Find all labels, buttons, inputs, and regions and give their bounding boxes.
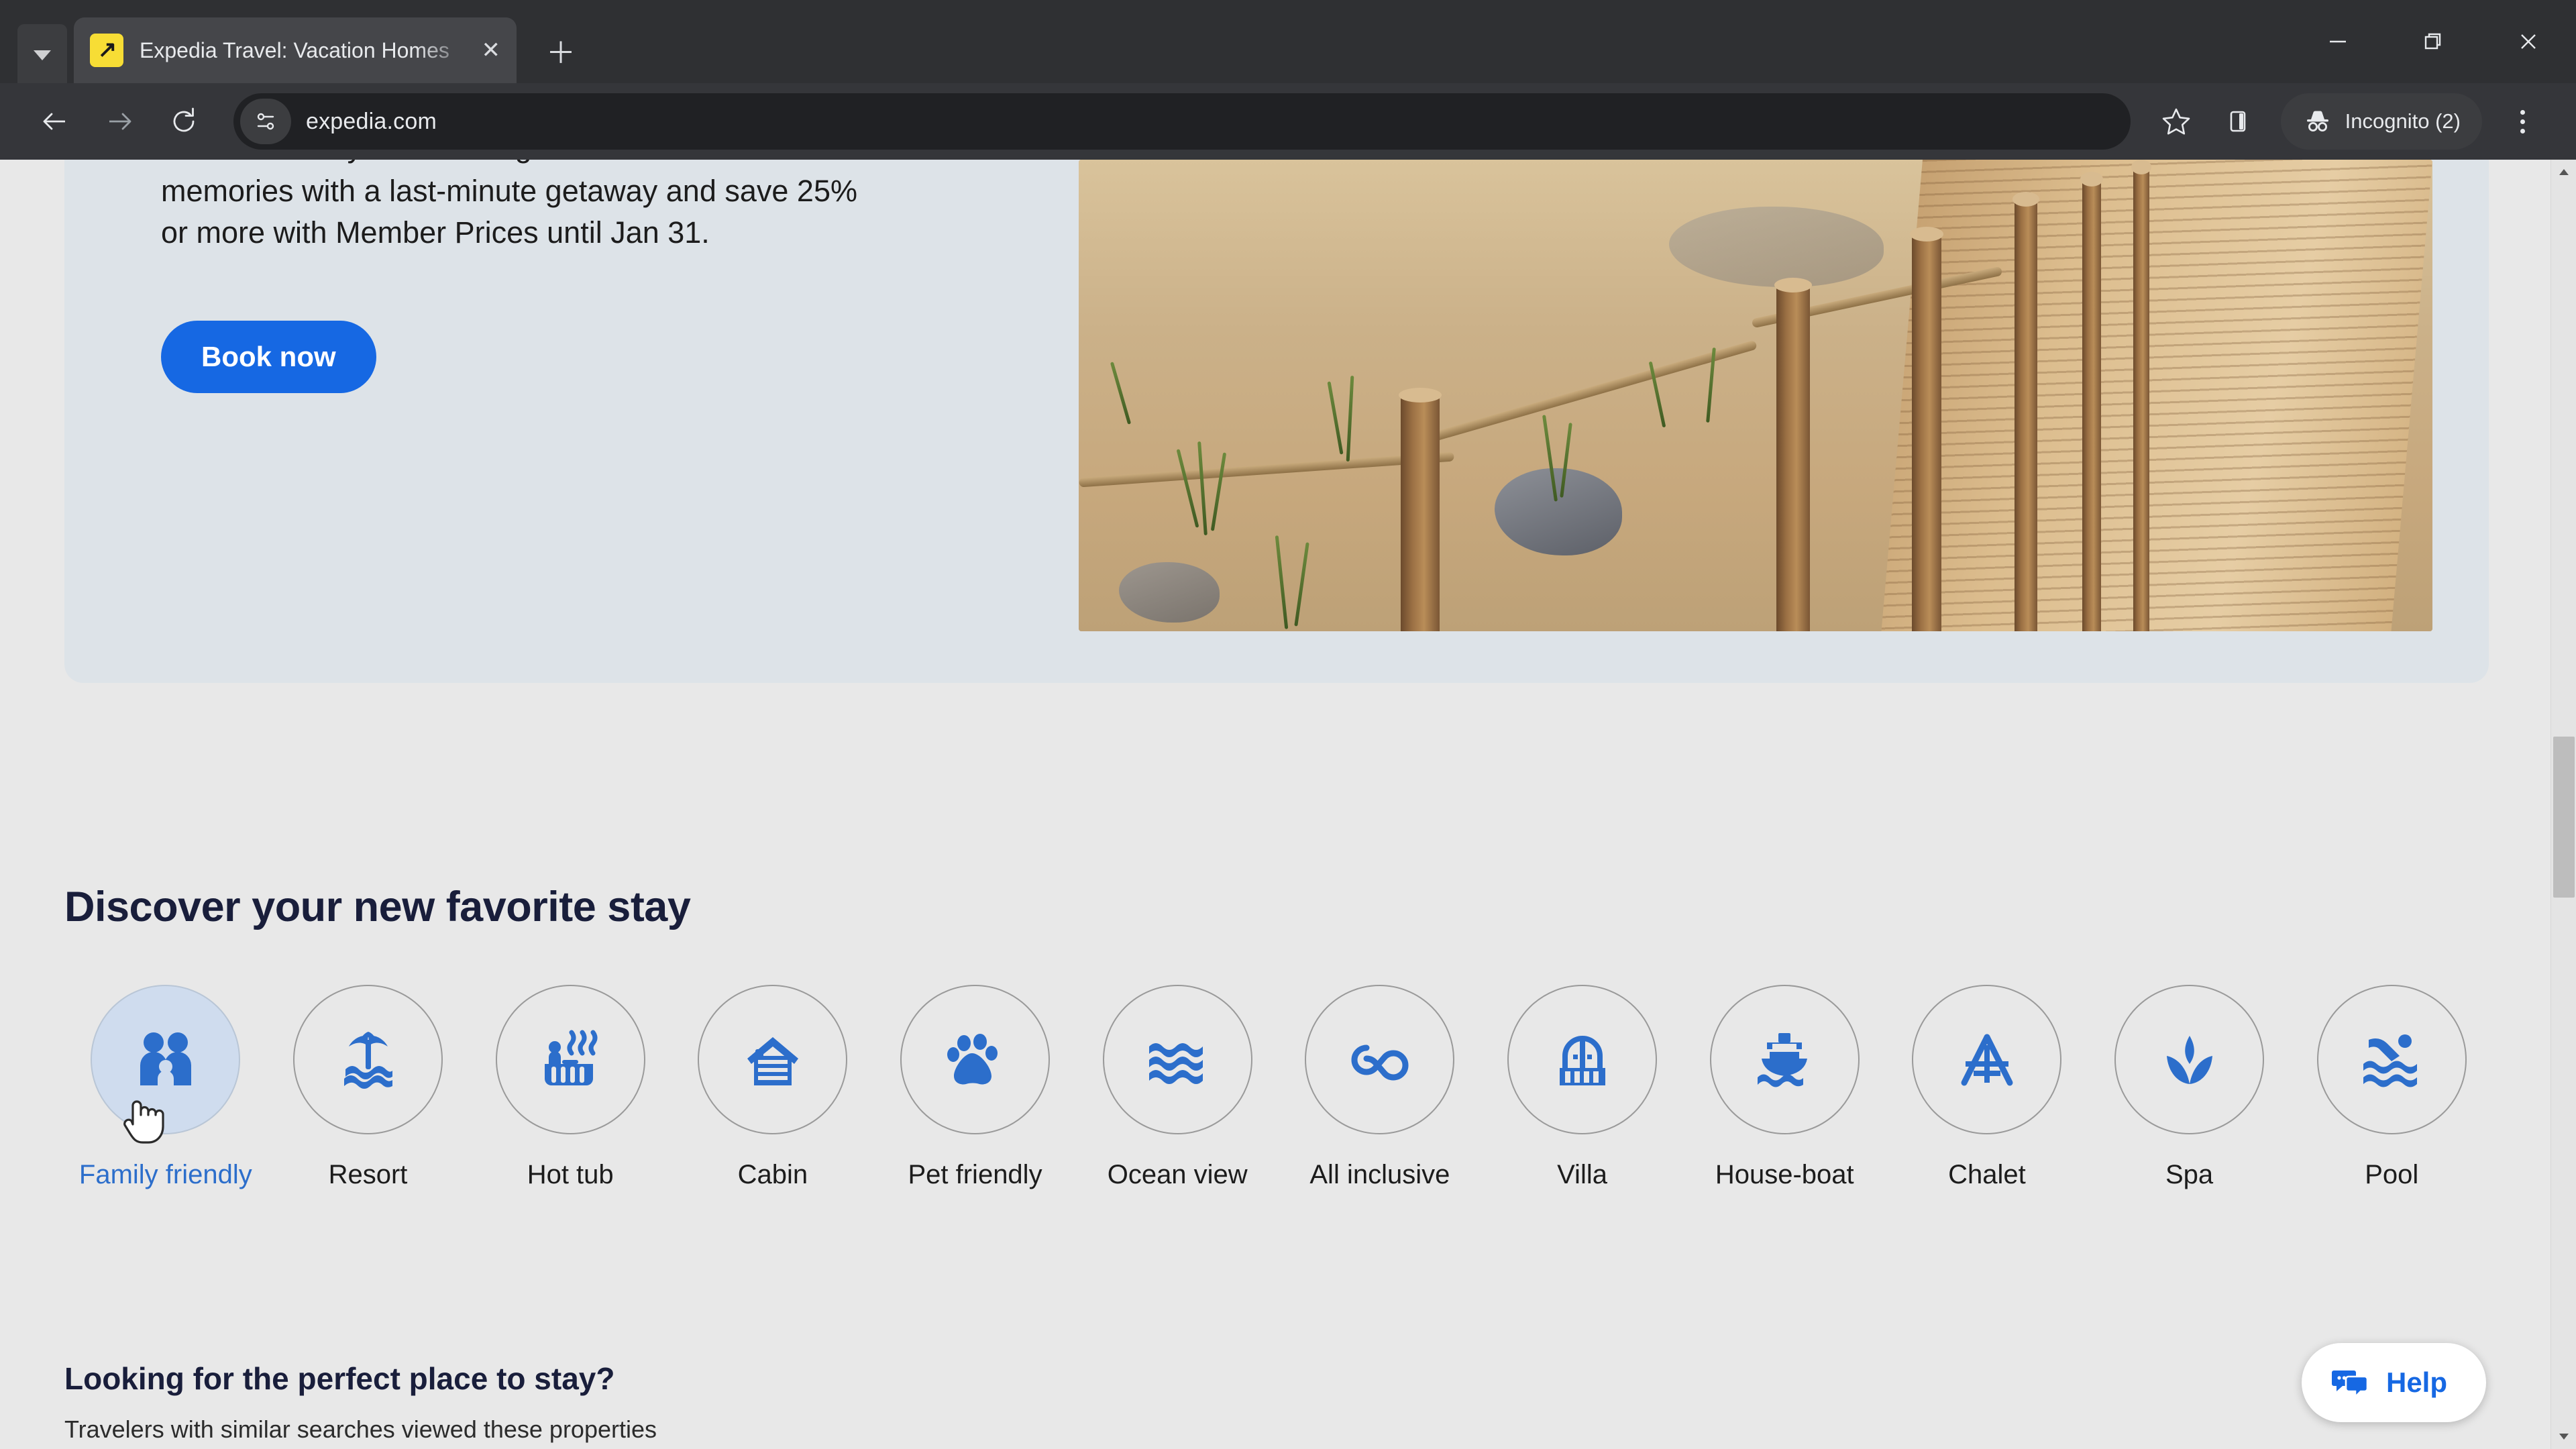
- tab-title: Expedia Travel: Vacation Homes: [140, 38, 449, 62]
- promo-line-2: memories with a last-minute getaway and …: [161, 174, 857, 208]
- lotus-icon: [2114, 985, 2265, 1134]
- category-cabin[interactable]: Cabin: [672, 985, 874, 1195]
- category-label: Cabin: [737, 1160, 808, 1189]
- url-text: expedia.com: [306, 108, 437, 134]
- restore-window-button[interactable]: [2385, 0, 2481, 83]
- side-panel-icon[interactable]: [2207, 91, 2269, 152]
- cabin-icon: [698, 985, 848, 1134]
- family-icon: [91, 985, 241, 1134]
- book-now-button[interactable]: Book now: [161, 321, 376, 393]
- incognito-label: Incognito (2): [2345, 109, 2461, 133]
- properties-subheading: Travelers with similar searches viewed t…: [64, 1415, 657, 1443]
- category-houseboat[interactable]: House-boat: [1683, 985, 1886, 1195]
- chalet-icon: [1912, 985, 2062, 1134]
- beach-boardwalk-photo: [1079, 160, 2432, 631]
- promo-line-1: Start the new year on a bright note. Mak…: [161, 160, 1053, 168]
- scroll-up-arrow-icon[interactable]: [2551, 160, 2576, 185]
- paw-icon: [900, 985, 1051, 1134]
- category-hot-tub[interactable]: Hot tub: [469, 985, 672, 1195]
- category-resort[interactable]: Resort: [267, 985, 470, 1195]
- minimize-button[interactable]: [2290, 0, 2385, 83]
- scroll-down-arrow-icon[interactable]: [2551, 1424, 2576, 1449]
- page-scrollbar[interactable]: [2551, 160, 2576, 1449]
- waves-icon: [1102, 985, 1252, 1134]
- category-label: All inclusive: [1309, 1160, 1450, 1189]
- forward-button[interactable]: [87, 89, 152, 154]
- category-label: Spa: [2165, 1160, 2214, 1189]
- promo-line-3: or more with Member Prices until Jan 31.: [161, 215, 710, 250]
- category-label: Pool: [2365, 1160, 2419, 1189]
- villa-icon: [1507, 985, 1658, 1134]
- help-label: Help: [2385, 1366, 2447, 1398]
- category-all-inclusive[interactable]: All inclusive: [1279, 985, 1481, 1195]
- promo-banner: Start the new year on a bright note. Mak…: [64, 160, 2489, 683]
- category-label: Chalet: [1948, 1160, 2026, 1189]
- help-button[interactable]: Help: [2301, 1343, 2486, 1422]
- palm-tree-icon: [293, 985, 443, 1134]
- category-label: Villa: [1557, 1160, 1607, 1189]
- category-label: Family friendly: [78, 1160, 252, 1189]
- category-label: Hot tub: [527, 1160, 614, 1189]
- chevron-down-icon: [34, 50, 51, 60]
- window-controls: [2290, 0, 2576, 83]
- bookmark-star-icon[interactable]: [2145, 91, 2207, 152]
- category-label: Ocean view: [1107, 1160, 1248, 1189]
- browser-toolbar: expedia.com Incognito (2): [0, 83, 2576, 160]
- incognito-hat-icon: [2306, 111, 2328, 131]
- promo-hero-image: [1079, 160, 2432, 631]
- properties-heading: Looking for the perfect place to stay?: [64, 1361, 615, 1396]
- close-window-button[interactable]: [2481, 0, 2576, 83]
- back-button[interactable]: [23, 89, 87, 154]
- promo-text: Start the new year on a bright note. Mak…: [161, 160, 1053, 254]
- tab-close-button[interactable]: ✕: [482, 39, 501, 62]
- three-dot-menu-icon[interactable]: [2491, 91, 2553, 152]
- browser-tab[interactable]: ↗ Expedia Travel: Vacation Homes ✕: [74, 17, 517, 83]
- category-list: Family friendly Resort Hot tub Cabin Pet…: [64, 985, 2493, 1195]
- categories-heading: Discover your new favorite stay: [64, 883, 691, 930]
- reload-button[interactable]: [152, 89, 216, 154]
- chat-bubble-icon: [2331, 1371, 2367, 1399]
- tab-search-button[interactable]: [17, 24, 67, 83]
- title-bar: ↗ Expedia Travel: Vacation Homes ✕ ＋: [0, 0, 2576, 83]
- category-label: Pet friendly: [908, 1160, 1042, 1189]
- category-ocean-view[interactable]: Ocean view: [1076, 985, 1279, 1195]
- scrollbar-thumb[interactable]: [2553, 737, 2575, 898]
- address-bar[interactable]: expedia.com: [233, 93, 2131, 150]
- category-spa[interactable]: Spa: [2088, 985, 2291, 1195]
- site-settings-icon[interactable]: [240, 99, 291, 144]
- hot-tub-icon: [495, 985, 645, 1134]
- swimmer-icon: [2316, 985, 2467, 1134]
- houseboat-icon: [1709, 985, 1860, 1134]
- category-family-friendly[interactable]: Family friendly: [64, 985, 267, 1195]
- category-label: Resort: [328, 1160, 408, 1189]
- page-viewport: Start the new year on a bright note. Mak…: [0, 160, 2576, 1449]
- expedia-arrow-icon: ↗: [90, 34, 123, 67]
- category-chalet[interactable]: Chalet: [1886, 985, 2088, 1195]
- infinity-icon: [1305, 985, 1455, 1134]
- browser-window: ↗ Expedia Travel: Vacation Homes ✕ ＋ exp…: [0, 0, 2576, 1449]
- incognito-indicator[interactable]: Incognito (2): [2280, 93, 2482, 150]
- category-label: House-boat: [1715, 1160, 1854, 1189]
- category-pet-friendly[interactable]: Pet friendly: [874, 985, 1077, 1195]
- new-tab-button[interactable]: ＋: [546, 39, 576, 68]
- expedia-page: Start the new year on a bright note. Mak…: [0, 160, 2553, 1449]
- category-villa[interactable]: Villa: [1481, 985, 1684, 1195]
- category-pool[interactable]: Pool: [2290, 985, 2493, 1195]
